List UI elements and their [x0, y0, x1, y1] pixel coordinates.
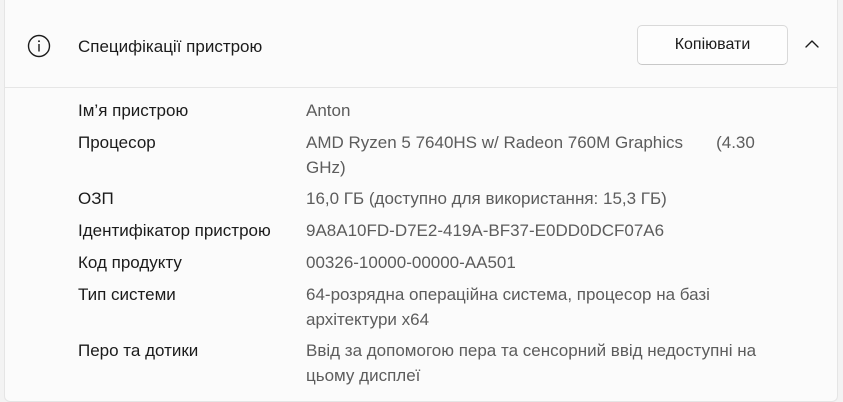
device-specifications-card: Специфікації пристрою Копіювати Ім’я при… — [4, 0, 838, 402]
spec-value[interactable]: 16,0 ГБ (доступно для використання: 15,3… — [306, 186, 776, 211]
spec-label: Тип системи — [78, 285, 176, 304]
spec-value[interactable]: 9A8A10FD-D7E2-419A-BF37-E0DD0DCF07A6 — [306, 218, 776, 243]
section-title: Специфікації пристрою — [78, 37, 263, 56]
info-icon — [27, 34, 51, 58]
card-header[interactable]: Специфікації пристрою Копіювати — [5, 0, 837, 88]
spec-label: Перо та дотики — [78, 341, 199, 360]
copy-button[interactable]: Копіювати — [637, 25, 788, 65]
spec-value[interactable]: 64-розрядна операційна система, процесор… — [306, 282, 776, 332]
spec-value[interactable]: AMD Ryzen 5 7640HS w/ Radeon 760M Graphi… — [306, 130, 776, 180]
spec-value[interactable]: Anton — [306, 98, 776, 123]
spec-label: Ім’я пристрою — [78, 101, 189, 120]
spec-label: ОЗП — [78, 189, 114, 208]
spec-label: Процесор — [78, 133, 156, 152]
spec-value[interactable]: Ввід за допомогою пера та сенсорний ввід… — [306, 338, 776, 388]
spec-label: Код продукту — [78, 253, 182, 272]
spec-label: Ідентифікатор пристрою — [78, 221, 271, 240]
spec-value[interactable]: 00326-10000-00000-AA501 — [306, 250, 776, 275]
chevron-up-icon[interactable] — [801, 33, 823, 55]
